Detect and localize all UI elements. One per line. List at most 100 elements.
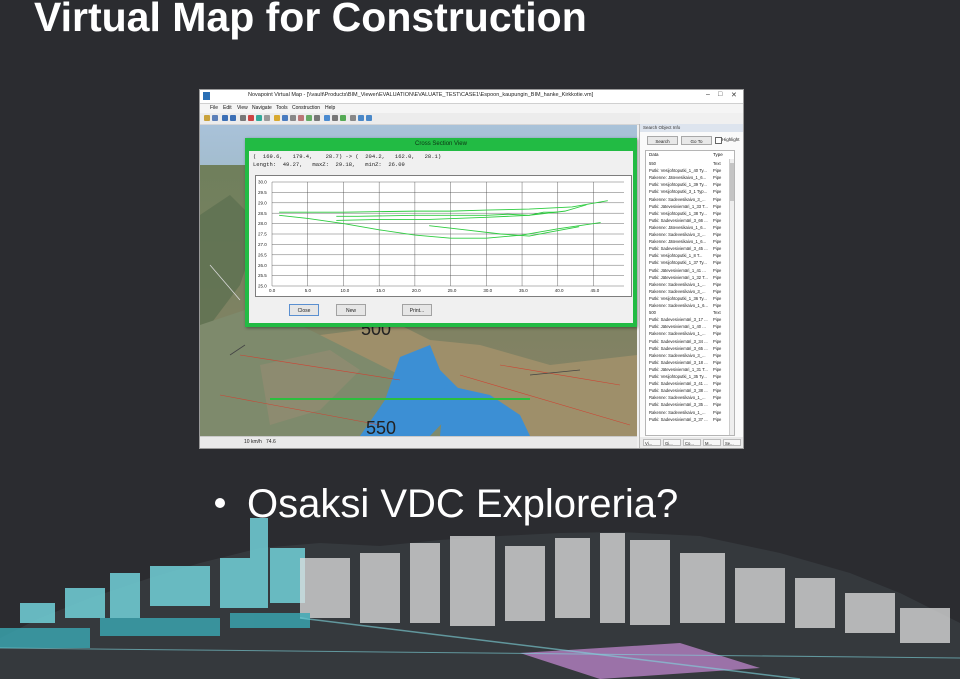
- menu-file[interactable]: File: [210, 105, 218, 111]
- menu-help[interactable]: Help: [325, 105, 335, 111]
- list-item[interactable]: Putki: Sadevesiviemäri_3_45 ... Pipe: [646, 245, 734, 252]
- list-item[interactable]: Rakenne: Sadevesikaivo_1_6... Pipe: [646, 302, 734, 309]
- tree-icon[interactable]: [306, 115, 312, 121]
- help-icon[interactable]: [358, 115, 364, 121]
- list-item[interactable]: Rakenne: Sadevesikaivo_3_... Pipe: [646, 352, 734, 359]
- settings-icon[interactable]: [332, 115, 338, 121]
- list-item[interactable]: Putki: Sadevesiviemäri_3_41 ... Pipe: [646, 380, 734, 387]
- list-item[interactable]: 550 Text: [646, 160, 734, 167]
- scene-label-550: 550: [366, 418, 397, 436]
- new-button[interactable]: New: [336, 304, 366, 316]
- list-item[interactable]: Putki: Vesijohtoputki_1_36 Ty... Pipe: [646, 295, 734, 302]
- panel-tab[interactable]: Co...: [683, 439, 701, 446]
- list-item[interactable]: Rakenne: Sadevesikaivo_3_... Pipe: [646, 196, 734, 203]
- maximize-icon[interactable]: □: [718, 91, 722, 98]
- open-icon[interactable]: [204, 115, 210, 121]
- save-icon[interactable]: [212, 115, 218, 121]
- list-item[interactable]: Putki: Sadevesiviemäri_3_37 ... Pipe: [646, 416, 734, 423]
- list-item[interactable]: Putki: Sadevesiviemäri_3_17 ... Pipe: [646, 316, 734, 323]
- list-item-data: Putki: Sadevesiviemäri_3_37 ...: [649, 416, 708, 422]
- info-icon[interactable]: [340, 115, 346, 121]
- cross-section-icon[interactable]: [298, 115, 304, 121]
- goto-button[interactable]: Go To: [681, 136, 712, 145]
- list-item[interactable]: Putki: Jätevesiviemäri_1_33 T... Pipe: [646, 203, 734, 210]
- globe-icon[interactable]: [366, 115, 372, 121]
- list-item[interactable]: Putki: Sadevesiviemäri_3_66 ... Pipe: [646, 217, 734, 224]
- list-item[interactable]: Rakenne: Sadevesikaivo_3_... Pipe: [646, 288, 734, 295]
- list-item[interactable]: Putki: Sadevesiviemäri_3_35 ... Pipe: [646, 401, 734, 408]
- close-button[interactable]: Close: [289, 304, 319, 316]
- column-header-data[interactable]: Data: [649, 151, 659, 159]
- list-item[interactable]: Putki: Jätevesiviemäri_1_40 ... Pipe: [646, 323, 734, 330]
- list-item[interactable]: Rakenne: Sadevesikaivo_1_... Pipe: [646, 394, 734, 401]
- highlight-checkbox[interactable]: [715, 137, 722, 144]
- list-item[interactable]: Putki: Sadevesiviemäri_3_34 ... Pipe: [646, 338, 734, 345]
- city-skyline-graphic: [0, 518, 960, 679]
- list-item[interactable]: Rakenne: Sadevesikaivo_1_... Pipe: [646, 281, 734, 288]
- object-list[interactable]: Data Type 550 Text Putki: Vesijohtoputki_1…: [645, 150, 735, 436]
- list-item[interactable]: Rakenne: Sadevesikaivo_1_... Pipe: [646, 409, 734, 416]
- list-item-type: Pipe: [713, 288, 722, 294]
- close-icon[interactable]: ✕: [731, 91, 737, 99]
- panel-tab[interactable]: M...: [703, 439, 721, 446]
- light-icon[interactable]: [274, 115, 280, 121]
- list-item-type: Text: [713, 161, 721, 166]
- list-item[interactable]: Rakenne: Sadevesikaivo_1_... Pipe: [646, 330, 734, 337]
- bullet-icon: [215, 498, 225, 509]
- list-item[interactable]: Putki: Vesijohtoputki_1_35 Ty... Pipe: [646, 373, 734, 380]
- column-header-type[interactable]: Type: [713, 151, 723, 159]
- camera-icon[interactable]: [282, 115, 288, 121]
- list-item[interactable]: Rakenne: Jätevesikaivo_1_6... Pipe: [646, 174, 734, 181]
- list-item[interactable]: Rakenne: Jätevesikaivo_1_6... Pipe: [646, 238, 734, 245]
- list-item-data: Putki: Jätevesiviemäri_1_41 ...: [649, 267, 706, 273]
- list-item[interactable]: Putki: Jätevesiviemäri_1_31 T... Pipe: [646, 366, 734, 373]
- menu-bar: File Edit View Navigate Tools Constructi…: [200, 104, 743, 113]
- list-item[interactable]: Putki: Sadevesiviemäri_3_65 ... Pipe: [646, 345, 734, 352]
- list-item-type: Pipe: [713, 189, 722, 195]
- list-item-type: Pipe: [713, 232, 722, 237]
- panel-tab[interactable]: Gi...: [663, 439, 681, 446]
- print-button[interactable]: Print...: [402, 304, 432, 316]
- list-item-data: Putki: Sadevesiviemäri_3_34 ...: [649, 338, 708, 344]
- list-item[interactable]: Putki: Sadevesiviemäri_3_18 ... Pipe: [646, 359, 734, 366]
- list-item[interactable]: Putki: Vesijohtoputki_1_39 Ty... Pipe: [646, 181, 734, 188]
- menu-view[interactable]: View: [237, 105, 248, 111]
- app-icon: [203, 92, 210, 100]
- minimize-icon[interactable]: –: [706, 91, 710, 98]
- menu-navigate[interactable]: Navigate: [252, 105, 272, 111]
- pan-icon[interactable]: [240, 115, 246, 121]
- list-item[interactable]: Putki: Vesijohtoputki_3_1 Typ... Pipe: [646, 188, 734, 195]
- list-item[interactable]: Putki: Sadevesiviemäri_3_38 ... Pipe: [646, 387, 734, 394]
- x-tick-label: 15.0: [376, 288, 385, 293]
- list-item[interactable]: Rakenne: Jätevesikaivo_1_6... Pipe: [646, 224, 734, 231]
- panel-tab[interactable]: Vi...: [643, 439, 661, 446]
- walk-icon[interactable]: [314, 115, 320, 121]
- search-button[interactable]: Search: [647, 136, 678, 145]
- list-item[interactable]: Putki: Vesijohtoputki_1_38 Ty... Pipe: [646, 210, 734, 217]
- select-icon[interactable]: [264, 115, 270, 121]
- back-icon[interactable]: [222, 115, 228, 121]
- fly-icon[interactable]: [324, 115, 330, 121]
- list-item[interactable]: 500 Text: [646, 309, 734, 316]
- export-icon[interactable]: [350, 115, 356, 121]
- list-item[interactable]: Putki: Vesijohtoputki_1_40 Ty... Pipe: [646, 167, 734, 174]
- zoom-icon[interactable]: [290, 115, 296, 121]
- forward-icon[interactable]: [230, 115, 236, 121]
- list-item-data: Putki: Jätevesiviemäri_1_33 T...: [649, 203, 708, 209]
- layer-icon[interactable]: [256, 115, 262, 121]
- panel-tab[interactable]: Se...: [723, 439, 741, 446]
- list-item[interactable]: Putki: Jätevesiviemäri_1_41 ... Pipe: [646, 267, 734, 274]
- list-item[interactable]: Putki: Vesijohtoputki_1_37 Ty... Pipe: [646, 259, 734, 266]
- menu-tools[interactable]: Tools: [276, 105, 288, 111]
- list-item[interactable]: Putki: Jätevesiviemäri_1_32 T... Pipe: [646, 274, 734, 281]
- menu-construction[interactable]: Construction: [292, 105, 320, 111]
- list-item[interactable]: Putki: Vesijohtoputki_1_8 T... Pipe: [646, 252, 734, 259]
- list-item[interactable]: Rakenne: Sadevesikaivo_3_... Pipe: [646, 231, 734, 238]
- list-item-data: Putki: Vesijohtoputki_3_1 Typ...: [649, 189, 708, 195]
- title-bar: Novapoint Virtual Map - [\\vault\Product…: [200, 90, 743, 104]
- list-item-type: Pipe: [713, 267, 722, 273]
- menu-edit[interactable]: Edit: [223, 105, 232, 111]
- x-tick-label: 25.0: [448, 288, 457, 293]
- measure-icon[interactable]: [248, 115, 254, 121]
- list-item-data: Putki: Vesijohtoputki_1_39 Ty...: [649, 182, 707, 188]
